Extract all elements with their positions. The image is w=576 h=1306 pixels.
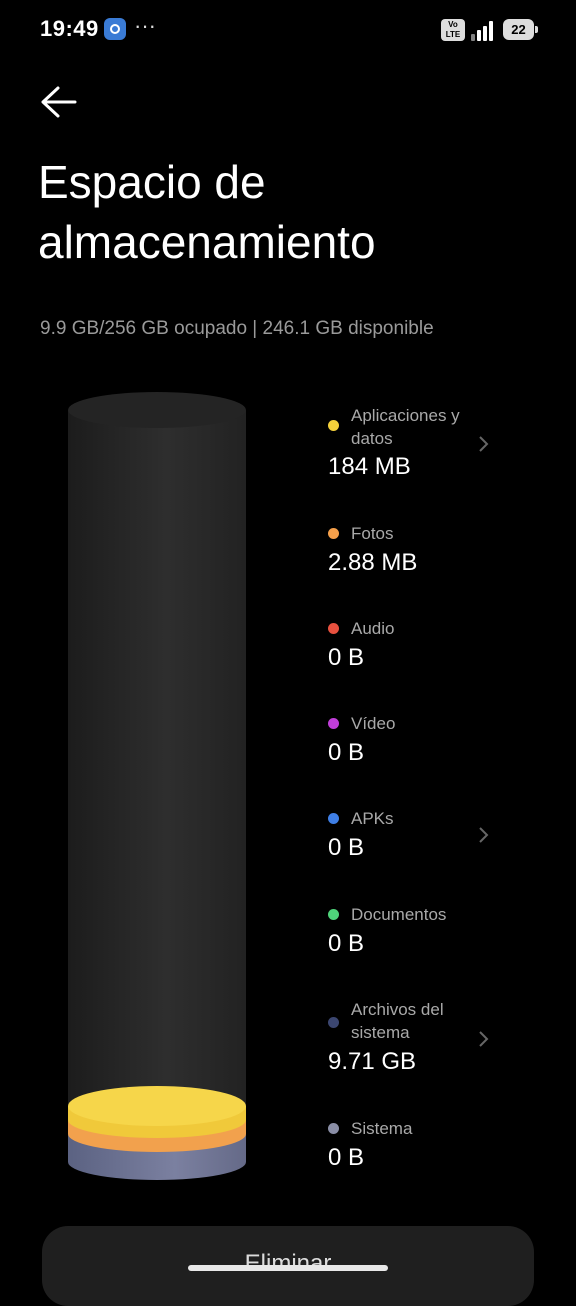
legend-item-system-files[interactable]: Archivos del sistema 9.71 GB (328, 998, 538, 1078)
battery-icon: 22 (503, 19, 538, 40)
audio-color-dot (328, 623, 339, 634)
signal-icon (471, 19, 495, 41)
chevron-right-icon (479, 436, 489, 452)
segment-apps-top (68, 1086, 246, 1126)
apks-color-dot (328, 813, 339, 824)
system-files-color-dot (328, 1017, 339, 1028)
status-bar: 19:49 ··· Vo LTE 22 (0, 0, 576, 60)
storage-summary: 9.9 GB/256 GB ocupado | 246.1 GB disponi… (40, 318, 434, 339)
volte-icon: Vo LTE (441, 19, 465, 41)
legend-value: 0 B (328, 834, 365, 861)
status-time: 19:49 (40, 16, 99, 41)
legend-value: 0 B (328, 644, 365, 671)
volte-line-2: LTE (445, 30, 461, 39)
legend-value: 0 B (328, 1144, 365, 1171)
cylinder-body (68, 410, 246, 1170)
legend-item-video: Vídeo 0 B (328, 712, 538, 772)
legend-value: 2.88 MB (328, 549, 418, 576)
apps-color-dot (328, 420, 339, 431)
documents-color-dot (328, 909, 339, 920)
legend-item-apks[interactable]: APKs 0 B (328, 807, 538, 867)
legend-value: 0 B (328, 739, 365, 766)
back-arrow-icon (41, 86, 77, 118)
legend-value: 0 B (328, 930, 365, 957)
page-title: Espacio de almacenamiento (38, 156, 376, 268)
legend-label: Documentos (351, 905, 447, 924)
clean-button-label: Eliminar (244, 1250, 332, 1277)
legend-label: Audio (351, 619, 395, 638)
legend-item-system: Sistema 0 B (328, 1117, 538, 1177)
video-color-dot (328, 718, 339, 729)
legend-label: Fotos (351, 524, 394, 543)
settings-notification-icon (104, 18, 126, 40)
legend-value: 9.71 GB (328, 1048, 417, 1075)
cylinder-top (68, 392, 246, 428)
system-color-dot (328, 1123, 339, 1134)
legend-item-audio: Audio 0 B (328, 617, 538, 677)
chevron-right-icon (479, 827, 489, 843)
chevron-right-icon (479, 1031, 489, 1047)
legend-value: 184 MB (328, 453, 411, 480)
legend-item-photos: Fotos 2.88 MB (328, 522, 538, 582)
photos-color-dot (328, 528, 339, 539)
home-indicator[interactable] (188, 1265, 388, 1271)
legend-label: Sistema (351, 1119, 413, 1138)
volte-line-1: Vo (448, 20, 458, 29)
legend-item-apps[interactable]: Aplicaciones y datos 184 MB (328, 404, 538, 484)
legend-label: Vídeo (351, 714, 396, 733)
more-notifications-icon: ··· (134, 13, 156, 38)
storage-cylinder-chart (68, 392, 246, 1180)
back-button[interactable] (38, 84, 78, 120)
legend-item-documents: Documentos 0 B (328, 903, 538, 963)
